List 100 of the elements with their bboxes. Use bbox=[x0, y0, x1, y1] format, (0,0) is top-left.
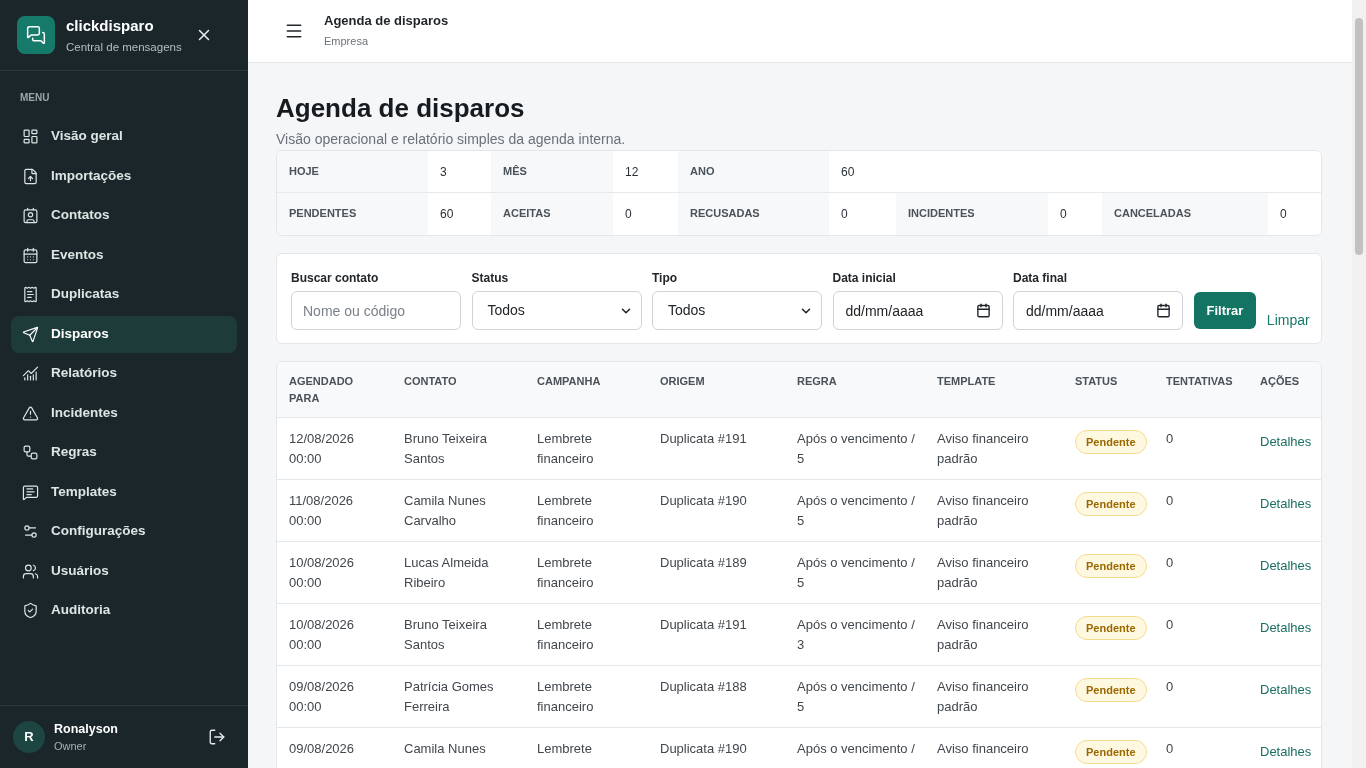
table-cell-text: Após o vencimento / bbox=[796, 740, 916, 758]
table-cell-text: Lembrete financeiro bbox=[536, 554, 595, 592]
select-field[interactable]: Todos bbox=[652, 291, 822, 330]
user-name: Ronalyson bbox=[54, 721, 118, 737]
stat-label: INCIDENTES bbox=[896, 193, 1048, 235]
status-badge: Pendente bbox=[1075, 554, 1147, 579]
details-link[interactable]: Detalhes bbox=[1260, 682, 1312, 697]
details-link[interactable]: Detalhes bbox=[1260, 496, 1312, 511]
page-title: Agenda de disparos bbox=[276, 92, 525, 124]
topbar-subtitle: Empresa bbox=[324, 34, 369, 48]
field-label: Data final bbox=[1013, 270, 1067, 286]
table-cell-text: 0 bbox=[1165, 616, 1175, 634]
sidebar-item[interactable]: Disparos bbox=[11, 315, 237, 353]
table-cell-text: Lembrete financeiro bbox=[536, 492, 595, 530]
sidebar-item[interactable]: Contatos bbox=[11, 197, 237, 234]
sidebar-item[interactable]: Incidentes bbox=[11, 394, 237, 432]
contact-card-icon bbox=[22, 207, 39, 224]
user-avatar: R bbox=[13, 721, 45, 753]
calendar-icon bbox=[22, 246, 39, 264]
table-cell-text: Lembrete bbox=[536, 740, 593, 758]
table-cell-text: Após o vencimento / 5 bbox=[796, 430, 916, 468]
scrollbar-thumb[interactable] bbox=[1355, 18, 1363, 255]
field-label: Status bbox=[471, 270, 509, 286]
sidebar-item[interactable]: Relatórios bbox=[11, 355, 237, 392]
topbar-title: Agenda de disparos bbox=[324, 12, 449, 29]
table-cell-text: Aviso financeiro padrão bbox=[936, 430, 1030, 468]
stat-label: HOJE bbox=[277, 151, 428, 192]
table-cell-text: Duplicata #190 bbox=[659, 740, 748, 758]
details-link[interactable]: Detalhes bbox=[1260, 744, 1312, 759]
column-header: REGRA bbox=[796, 374, 838, 389]
status-badge: Pendente bbox=[1075, 678, 1147, 703]
table-cell-text: Após o vencimento / 5 bbox=[796, 554, 916, 592]
sidebar-item[interactable]: Usuários bbox=[11, 552, 237, 590]
table-cell-text: Após o vencimento / 5 bbox=[796, 678, 916, 716]
table-cell-text: 0 bbox=[1165, 554, 1175, 572]
page-description: Visão operacional e relatório simples da agenda interna. bbox=[276, 130, 626, 149]
section-label: MENU bbox=[19, 92, 50, 104]
field-label: Data inicial bbox=[832, 270, 896, 286]
logo-icon bbox=[17, 16, 55, 54]
column-header: TEMPLATE bbox=[936, 374, 997, 389]
select-field[interactable]: Todos bbox=[471, 291, 642, 330]
table-cell-text: 0 bbox=[1165, 678, 1175, 696]
sidebar-item[interactable]: Templates bbox=[11, 473, 237, 511]
shield-check-icon bbox=[22, 602, 39, 619]
details-link[interactable]: Detalhes bbox=[1260, 620, 1312, 635]
sidebar-item[interactable]: Visão geral bbox=[11, 118, 237, 155]
table-cell-text: Duplicata #191 bbox=[659, 430, 748, 448]
status-badge: Pendente bbox=[1075, 492, 1147, 517]
sidebar-item[interactable]: Configurações bbox=[11, 513, 237, 550]
table-cell-text: Aviso financeiro padrão bbox=[936, 678, 1030, 716]
table-cell-text: Patrícia Gomes Ferreira bbox=[403, 678, 495, 716]
dashboard-icon bbox=[22, 128, 39, 145]
table-cell-text: Camila Nunes Carvalho bbox=[403, 492, 487, 530]
table-cell-text: Camila Nunes bbox=[403, 740, 487, 758]
sidebar-item[interactable]: Duplicatas bbox=[11, 276, 237, 313]
sidebar-item[interactable]: Importações bbox=[11, 157, 237, 195]
table-cell-text: Após o vencimento / 3 bbox=[796, 616, 916, 654]
details-link[interactable]: Detalhes bbox=[1260, 558, 1312, 573]
clear-link[interactable]: Limpar bbox=[1266, 311, 1310, 329]
stat-label: ANO bbox=[678, 151, 829, 192]
search-field[interactable]: Nome ou código bbox=[291, 291, 461, 330]
menu-icon bbox=[284, 21, 304, 41]
sidebar-item[interactable]: Auditoria bbox=[11, 592, 237, 629]
table-cell-text: Lembrete financeiro bbox=[536, 616, 595, 654]
date-field[interactable]: dd/mm/aaaa bbox=[832, 291, 1003, 330]
table-cell-text: 10/08/2026 00:00 bbox=[288, 554, 356, 592]
details-link[interactable]: Detalhes bbox=[1260, 434, 1312, 449]
table-cell-text: 0 bbox=[1165, 740, 1175, 758]
column-header: AÇÕES bbox=[1259, 374, 1301, 389]
receipt-icon bbox=[22, 286, 39, 303]
table-cell-text: 11/08/2026 00:00 bbox=[288, 492, 355, 530]
table-cell-text: 0 bbox=[1165, 492, 1175, 510]
calendar-icon[interactable] bbox=[975, 303, 991, 318]
table-cell-text: Duplicata #191 bbox=[659, 616, 748, 634]
sidebar-item[interactable]: Eventos bbox=[11, 236, 237, 274]
table-cell-text: 0 bbox=[1165, 430, 1175, 448]
table-cell-text: Aviso financeiro padrão bbox=[936, 554, 1030, 592]
brand-name: clickdisparo bbox=[66, 16, 154, 35]
table-cell-text: Lembrete financeiro bbox=[536, 430, 595, 468]
date-field[interactable]: dd/mm/aaaa bbox=[1013, 291, 1183, 330]
table-cell-text: Duplicata #188 bbox=[659, 678, 748, 696]
column-header: TENTATIVAS bbox=[1165, 374, 1234, 389]
table-cell-text: Bruno Teixeira Santos bbox=[403, 616, 488, 654]
table-cell-text: Após o vencimento / 5 bbox=[796, 492, 916, 530]
sidebar-item[interactable]: Regras bbox=[11, 434, 237, 471]
table-cell-text: 10/08/2026 00:00 bbox=[288, 616, 356, 654]
stat-label: PENDENTES bbox=[277, 193, 428, 235]
table-cell-text: Lucas Almeida Ribeiro bbox=[403, 554, 490, 592]
stat-label: CANCELADAS bbox=[1102, 193, 1268, 235]
table-cell-text: 09/08/2026 bbox=[288, 740, 356, 758]
warning-icon bbox=[22, 404, 39, 422]
table-cell-text: Aviso financeiro bbox=[936, 740, 1030, 758]
brand-tagline: Central de mensagens bbox=[66, 39, 182, 54]
calendar-icon[interactable] bbox=[1156, 303, 1171, 318]
filter-button[interactable]: Filtrar bbox=[1193, 292, 1257, 329]
message-icon bbox=[22, 483, 39, 501]
column-header: ORIGEM bbox=[659, 374, 706, 389]
stat-label: MÊS bbox=[491, 151, 613, 192]
stat-label: ACEITAS bbox=[491, 193, 613, 235]
column-header: CONTATO bbox=[403, 374, 458, 389]
